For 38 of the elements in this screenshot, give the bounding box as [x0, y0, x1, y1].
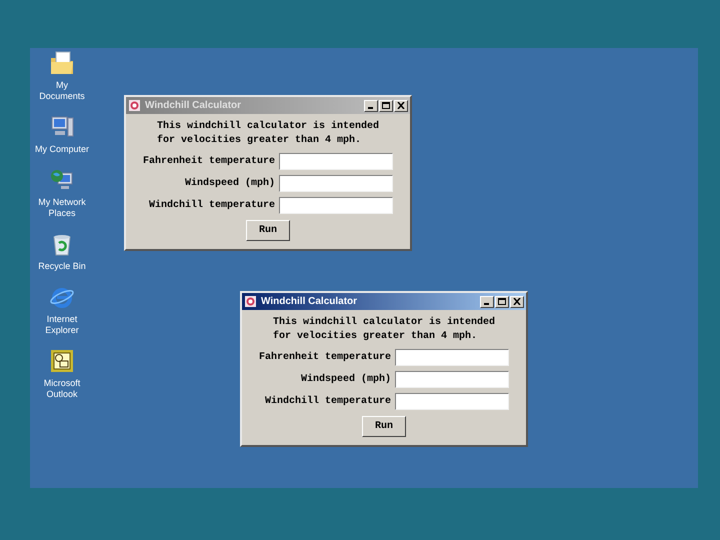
- close-icon: [513, 298, 521, 305]
- field-label: Windspeed (mph): [184, 176, 276, 191]
- minimize-button[interactable]: [364, 100, 378, 112]
- field-label: Fahrenheit temperature: [258, 350, 392, 365]
- maximize-button[interactable]: [495, 296, 509, 308]
- field-label: Windchill temperature: [264, 394, 392, 409]
- input-field[interactable]: [279, 175, 394, 192]
- desktop-icon-label[interactable]: Internet Explorer: [32, 314, 92, 336]
- field-label: Windchill temperature: [148, 198, 276, 213]
- clock-envelope-icon: [49, 348, 75, 374]
- desktop-icon-label[interactable]: My Documents: [32, 80, 92, 102]
- window-title: Windchill Calculator: [145, 99, 242, 113]
- field-label: Windspeed (mph): [300, 372, 392, 387]
- input-field[interactable]: [395, 393, 510, 410]
- run-button[interactable]: Run: [246, 220, 290, 241]
- input-field[interactable]: [279, 153, 394, 170]
- maximize-icon: [382, 102, 390, 109]
- folder-icon: [49, 50, 75, 76]
- app-icon: [128, 99, 141, 112]
- desktop-icon-label[interactable]: My Computer: [32, 144, 92, 155]
- field-label: Fahrenheit temperature: [142, 154, 276, 169]
- close-icon: [397, 102, 405, 109]
- maximize-icon: [498, 298, 506, 305]
- app-icon: [244, 295, 257, 308]
- close-button[interactable]: [394, 100, 408, 112]
- info-text: This windchill calculator is intended for velocities greater than 4 mph.: [272, 316, 496, 344]
- desktop-icon-label[interactable]: My Network Places: [32, 197, 92, 219]
- maximize-button[interactable]: [379, 100, 393, 112]
- close-button[interactable]: [510, 296, 524, 308]
- desktop-icon-label[interactable]: Recycle Bin: [32, 261, 92, 272]
- run-button[interactable]: Run: [362, 416, 406, 437]
- input-field[interactable]: [395, 371, 510, 388]
- window-title: Windchill Calculator: [261, 295, 358, 309]
- desktop-icon-label[interactable]: Microsoft Outlook: [32, 378, 92, 400]
- input-field[interactable]: [395, 349, 510, 366]
- info-text: This windchill calculator is intended for velocities greater than 4 mph.: [156, 120, 380, 148]
- minimize-button[interactable]: [480, 296, 494, 308]
- input-field[interactable]: [279, 197, 394, 214]
